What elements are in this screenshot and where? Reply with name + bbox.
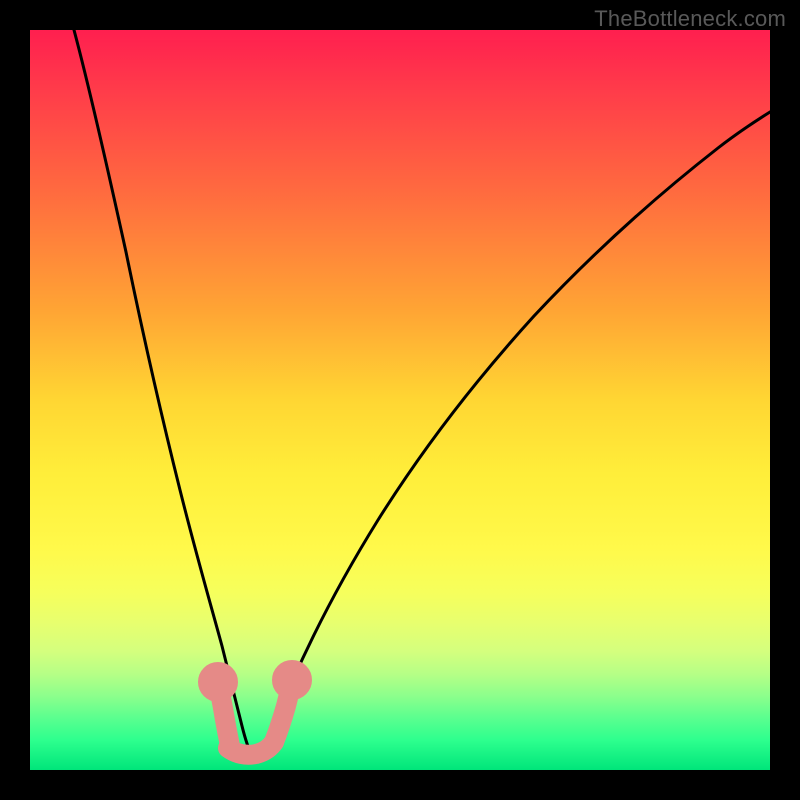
bottleneck-curve <box>74 30 770 760</box>
watermark-text: TheBottleneck.com <box>594 6 786 32</box>
plot-area <box>30 30 770 770</box>
chart-frame: TheBottleneck.com <box>0 0 800 800</box>
highlight-band <box>208 670 302 755</box>
curve-layer <box>30 30 770 770</box>
